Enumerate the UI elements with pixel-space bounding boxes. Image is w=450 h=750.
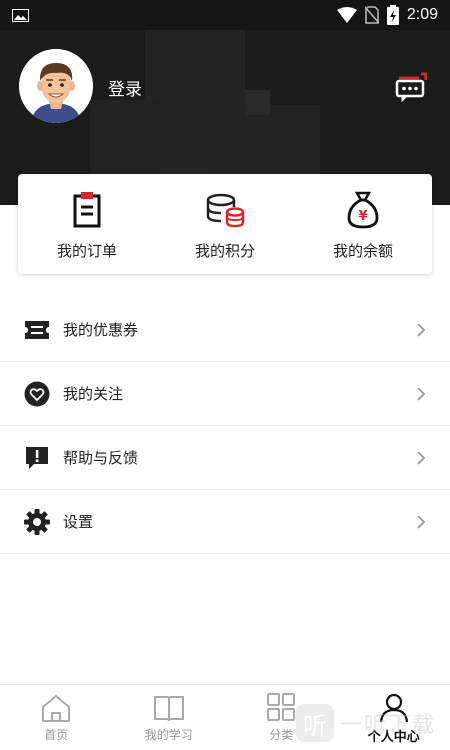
settings-menu: 我的优惠券 我的关注 帮助与反馈 设置 [0,298,450,554]
menu-item-help-feedback[interactable]: 帮助与反馈 [0,426,450,490]
gear-icon [24,508,50,535]
svg-text:¥: ¥ [358,209,367,224]
status-bar: 2:09 [0,0,450,30]
my-balance-label: 我的余额 [332,242,393,260]
image-icon [12,9,29,22]
book-icon [153,696,184,722]
category-grid-icon [267,693,296,721]
menu-item-coupons[interactable]: 我的优惠券 [0,298,450,362]
my-points-label: 我的积分 [194,242,255,260]
nav-label: 首页 [44,728,69,742]
wifi-icon [336,7,357,23]
chevron-right-icon [417,386,426,401]
avatar[interactable] [19,49,93,123]
menu-item-settings[interactable]: 设置 [0,490,450,554]
heart-icon [24,381,50,407]
nav-tab-home[interactable]: 首页 [0,685,113,750]
chevron-right-icon [417,514,426,529]
watermark: 听 一听下载 [296,704,436,742]
my-orders-button[interactable]: 我的订单 [18,174,156,274]
my-balance-button[interactable]: ¥ 我的余额 [294,174,432,274]
user-avatar-icon [19,49,93,123]
menu-label: 帮助与反馈 [63,449,139,467]
header-background-shape [245,90,270,115]
menu-label: 我的关注 [63,385,124,403]
home-icon [42,694,71,722]
watermark-text: 一听下载 [340,713,437,738]
no-sim-icon [364,6,379,24]
my-orders-label: 我的订单 [56,242,117,260]
login-link[interactable]: 登录 [108,75,142,100]
account-summary-card: 我的订单 我的积分 ¥ 我的余额 [18,174,432,274]
nav-label: 分类 [269,728,294,742]
menu-item-following[interactable]: 我的关注 [0,362,450,426]
menu-label: 我的优惠券 [63,321,139,339]
points-coins-icon [206,193,245,228]
chevron-right-icon [417,450,426,465]
chat-message-icon[interactable] [395,72,427,102]
nav-label: 我的学习 [144,728,193,742]
menu-label: 设置 [63,513,94,531]
balance-moneybag-icon: ¥ [347,191,379,229]
status-time: 2:09 [406,6,438,23]
coupon-icon [24,317,50,343]
order-clipboard-icon [73,192,101,228]
feedback-icon [24,445,50,471]
chevron-right-icon [417,322,426,337]
battery-charging-icon [386,5,399,25]
watermark-logo: 听 [296,704,334,742]
nav-tab-my-learning[interactable]: 我的学习 [113,685,226,750]
my-points-button[interactable]: 我的积分 [156,174,294,274]
